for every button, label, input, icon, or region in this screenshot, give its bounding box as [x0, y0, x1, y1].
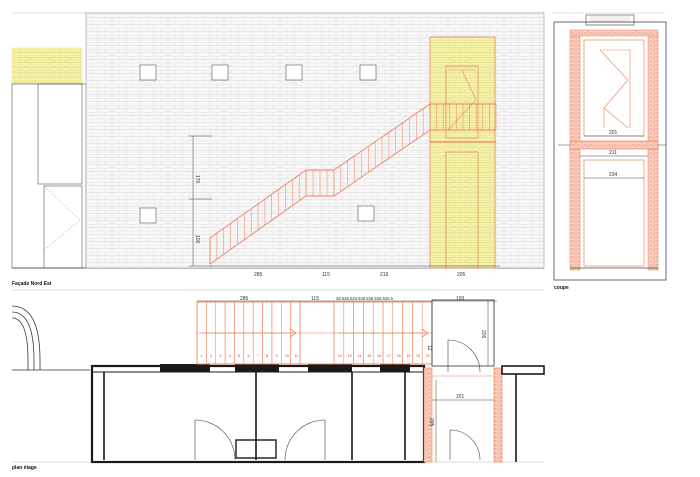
- plan-step-number: 21: [426, 354, 430, 358]
- section-dim-1: 201: [609, 130, 618, 136]
- section-slab: [569, 140, 659, 150]
- facade-view: 170 100 285 115 219 205 Façade Nord Est: [11, 12, 545, 287]
- floor-plan-view: 1 2 3 4 5 6 7 8 9 10 11 12 13 14 15 16 17 18 19 20 21 285 11…: [11, 289, 545, 471]
- plan-step-number: 4: [229, 354, 231, 358]
- facade-caption: Façade Nord Est: [12, 281, 52, 287]
- architectural-drawing-sheet: 170 100 285 115 219 205 Façade Nord Est: [11, 12, 667, 471]
- plan-staircase: 1 2 3 4 5 6 7 8 9 10 11 12 13 14 15 16 17 18 19 20 21: [196, 301, 433, 365]
- plan-step-number: 14: [358, 354, 362, 358]
- plan-right-wall: [501, 365, 545, 375]
- plan-step-number: 5: [238, 354, 240, 358]
- plan-dim-side-3: 205: [428, 418, 434, 427]
- section-dim-2: 211: [609, 150, 617, 156]
- plan-step-number: 16: [377, 354, 381, 358]
- plan-step-number: 13: [348, 354, 352, 358]
- facade-window: [285, 64, 303, 81]
- plan-dim-side-1: 205: [480, 330, 486, 339]
- facade-window: [357, 205, 375, 222]
- section-caption: coupe: [554, 285, 569, 291]
- plan-step-number: 11: [294, 354, 298, 358]
- plan-building-outline: [90, 364, 426, 464]
- plan-dimensions: [197, 300, 497, 462]
- facade-width-dim-1: 285: [254, 272, 263, 278]
- plan-dim-top-3: 28.528.528.528.528.528.528.5: [336, 296, 394, 301]
- facade-left-frame: [37, 83, 83, 185]
- facade-width-dim-3: 219: [380, 272, 389, 278]
- plan-tower-wall-right: [493, 367, 503, 463]
- section-left-brick-column: [569, 34, 581, 271]
- facade-left-building: [11, 83, 87, 269]
- plan-step-number: 19: [407, 354, 411, 358]
- facade-left-door: [43, 185, 83, 269]
- plan-step-number: 18: [397, 354, 401, 358]
- plan-caption: plan étage: [12, 465, 37, 471]
- facade-window: [139, 207, 157, 224]
- section-top-beam: [569, 29, 659, 37]
- facade-left-brick-strip: [12, 48, 36, 84]
- plan-step-number: 1: [201, 354, 203, 358]
- plan-step-number: 9: [276, 354, 278, 358]
- plan-dim-12: 12: [426, 345, 432, 351]
- plan-step-number: 3: [219, 354, 221, 358]
- plan-dim-top-4: 193: [456, 296, 465, 302]
- facade-width-dim-4: 205: [457, 272, 466, 278]
- plan-dim-top-2: 115: [311, 296, 319, 302]
- plan-step-number: 17: [387, 354, 391, 358]
- plan-step-number: 8: [266, 354, 268, 358]
- section-view: 201 211 234 coupe: [552, 12, 667, 291]
- plan-step-number: 2: [210, 354, 212, 358]
- facade-left-brick-strip: [40, 48, 82, 84]
- section-dim-3: 234: [609, 172, 618, 178]
- plan-interior-walls: [103, 372, 406, 460]
- plan-step-number: 20: [416, 354, 420, 358]
- plan-step-number: 7: [257, 354, 259, 358]
- plan-step-number: 15: [367, 354, 371, 358]
- facade-height-dim-lower: 100: [194, 235, 200, 244]
- plan-step-number: 6: [248, 354, 250, 358]
- plan-dim-top-1: 285: [240, 296, 249, 302]
- facade-window: [139, 64, 157, 81]
- plan-dim-side-2: 201: [456, 394, 465, 400]
- plan-left-arch: [11, 305, 90, 371]
- plan-step-number: 10: [285, 354, 289, 358]
- facade-window: [359, 64, 377, 81]
- facade-height-dim-upper: 170: [194, 175, 200, 184]
- plan-tower-wall-left: [423, 367, 433, 463]
- plan-step-number: 12: [338, 354, 342, 358]
- facade-width-dim-2: 115: [322, 272, 330, 278]
- facade-window: [211, 64, 229, 81]
- section-right-brick-column: [647, 34, 659, 271]
